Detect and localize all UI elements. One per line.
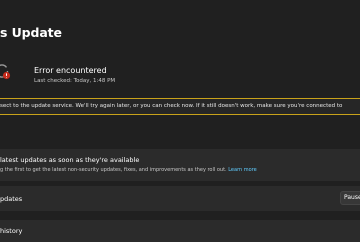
update-history-card[interactable]: history bbox=[0, 220, 360, 242]
update-history-label: history bbox=[0, 227, 23, 235]
page-title: s Update bbox=[0, 25, 62, 40]
pause-updates-card: pdates bbox=[0, 186, 360, 211]
sync-error-icon bbox=[0, 64, 11, 80]
pause-button[interactable]: Pause bbox=[340, 191, 360, 205]
latest-updates-description: g the first to get the latest non-securi… bbox=[0, 167, 257, 173]
last-checked-text: Last checked: Today, 1:48 PM bbox=[34, 78, 116, 84]
latest-updates-card[interactable]: latest updates as soon as they're availa… bbox=[0, 149, 360, 181]
learn-more-link[interactable]: Learn more bbox=[228, 167, 257, 173]
pause-updates-label: pdates bbox=[0, 195, 23, 203]
latest-updates-title: latest updates as soon as they're availa… bbox=[0, 156, 140, 164]
error-message: sect to the update service. We'll try ag… bbox=[0, 103, 343, 109]
latest-updates-description-text: g the first to get the latest non-securi… bbox=[0, 167, 227, 173]
status-title: Error encountered bbox=[34, 66, 107, 75]
